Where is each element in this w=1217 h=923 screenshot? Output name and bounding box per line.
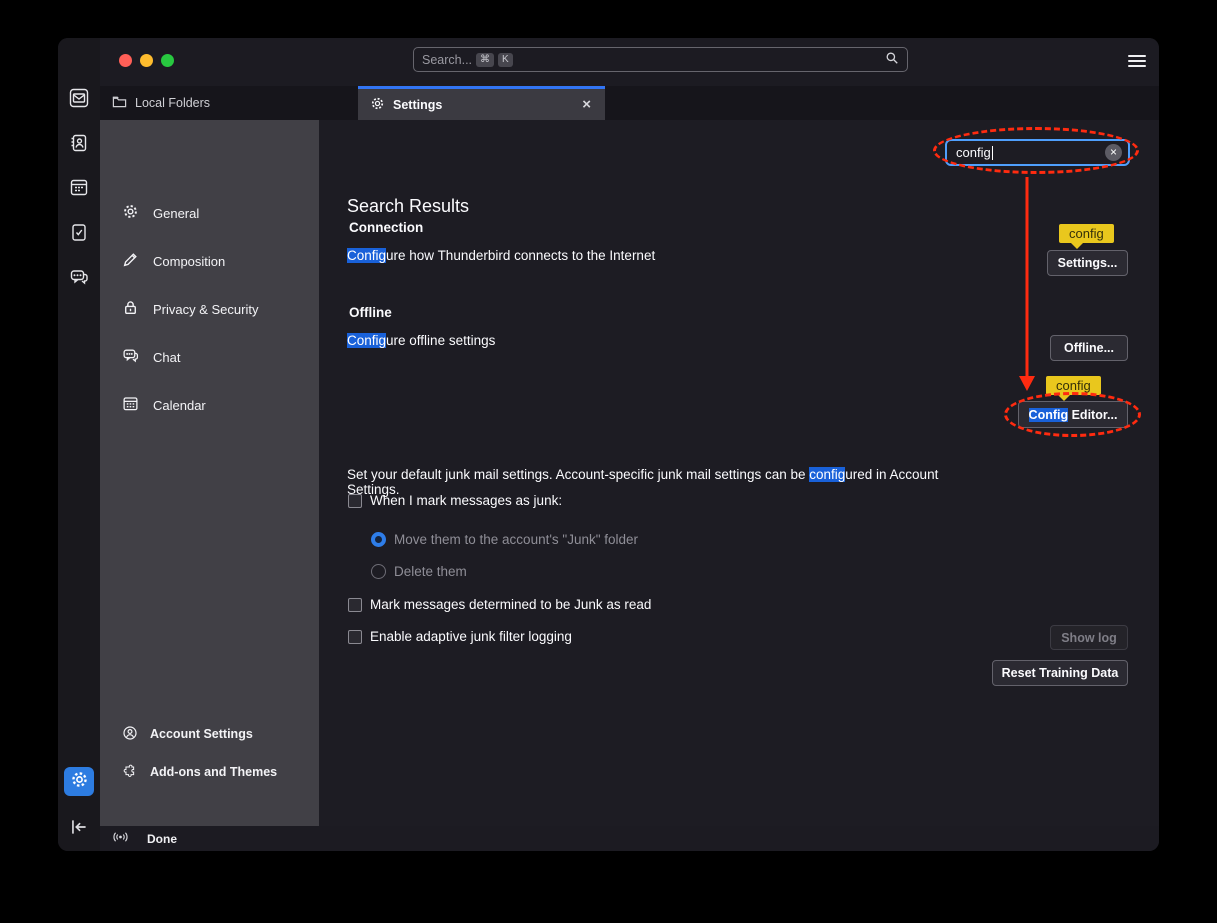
mail-space-icon[interactable] — [69, 88, 89, 108]
sidebar-item-addons-themes[interactable]: Add-ons and Themes — [100, 757, 319, 787]
sidebar-item-label: General — [153, 206, 199, 221]
radio-unselected[interactable] — [371, 564, 386, 579]
status-text: Done — [147, 832, 177, 846]
highlight-config: Config — [1029, 408, 1069, 422]
sidebar-item-label: Calendar — [153, 398, 206, 413]
connection-result-rest: ure how Thunderbird connects to the Inte… — [386, 248, 655, 263]
close-tab-icon[interactable]: × — [580, 97, 593, 112]
offline-result-rest: ure offline settings — [386, 333, 495, 348]
sidebar-item-chat[interactable]: Chat — [100, 340, 319, 374]
junk-move-radio-row[interactable]: Move them to the account's "Junk" folder — [371, 532, 638, 547]
radio-label: Delete them — [394, 564, 467, 579]
global-search-input[interactable]: Search... ⌘ K — [413, 47, 908, 72]
puzzle-icon — [122, 763, 138, 782]
traffic-zoom-button[interactable] — [161, 54, 174, 67]
clear-search-icon[interactable]: × — [1105, 144, 1122, 161]
sidebar-item-composition[interactable]: Composition — [100, 244, 319, 278]
calendar-space-icon[interactable] — [69, 177, 89, 197]
settings-content: config × Search Results Connection Confi… — [319, 120, 1159, 826]
status-bar: Done — [100, 826, 1159, 851]
config-match-tooltip: config — [1046, 376, 1101, 395]
traffic-close-button[interactable] — [119, 54, 132, 67]
sidebar-item-calendar[interactable]: Calendar — [100, 388, 319, 422]
checkbox-label: When I mark messages as junk: — [370, 493, 562, 508]
sidebar-item-label: Privacy & Security — [153, 302, 258, 317]
config-match-tooltip: config — [1059, 224, 1114, 243]
chat-icon — [122, 347, 139, 367]
sidebar-item-label: Composition — [153, 254, 225, 269]
junk-mark-checkbox-row[interactable]: When I mark messages as junk: — [348, 493, 562, 508]
settings-space-button[interactable] — [64, 767, 94, 796]
checkbox-unchecked[interactable] — [348, 630, 362, 644]
highlight-config: config — [809, 467, 845, 482]
sidebar-item-label: Add-ons and Themes — [150, 765, 277, 779]
toolbar: Search... ⌘ K — [100, 38, 1159, 86]
search-placeholder: Search... — [422, 53, 472, 67]
tab-label: Local Folders — [135, 96, 210, 110]
offline-settings-button[interactable]: Offline... — [1050, 335, 1128, 361]
text-caret — [992, 146, 993, 160]
tab-label: Settings — [393, 98, 442, 112]
checkbox-label: Mark messages determined to be Junk as r… — [370, 597, 651, 612]
account-icon — [122, 725, 138, 744]
k-keycap: K — [498, 53, 513, 67]
radio-selected[interactable] — [371, 532, 386, 547]
page-title: Search Results — [347, 196, 469, 217]
tab-local-folders[interactable]: Local Folders — [100, 86, 340, 120]
spaces-rail — [58, 38, 100, 851]
main-area: Search... ⌘ K Local Folders — [100, 38, 1159, 851]
traffic-minimize-button[interactable] — [140, 54, 153, 67]
settings-search-value: config — [956, 145, 991, 160]
show-log-button: Show log — [1050, 625, 1128, 650]
tasks-space-icon[interactable] — [69, 222, 89, 242]
thunderbird-window: Search... ⌘ K Local Folders — [58, 38, 1159, 851]
collapse-rail-icon[interactable] — [68, 816, 90, 838]
address-book-space-icon[interactable] — [69, 133, 89, 153]
pencil-icon — [122, 251, 139, 271]
connection-settings-button[interactable]: Settings... — [1047, 250, 1128, 276]
junk-read-checkbox-row[interactable]: Mark messages determined to be Junk as r… — [348, 597, 651, 612]
gear-icon — [122, 203, 139, 223]
config-editor-rest: Editor... — [1068, 408, 1117, 422]
highlight-config: Config — [347, 248, 386, 263]
sidebar-item-label: Chat — [153, 350, 180, 365]
lock-icon — [122, 299, 139, 319]
tab-bar: Local Folders Settings × — [100, 86, 1159, 120]
calendar-icon — [122, 395, 139, 415]
app-menu-icon[interactable] — [1127, 52, 1147, 70]
junk-logging-checkbox-row[interactable]: Enable adaptive junk filter logging — [348, 629, 572, 644]
checkbox-unchecked[interactable] — [348, 494, 362, 508]
reset-training-data-button[interactable]: Reset Training Data — [992, 660, 1128, 686]
sidebar-item-label: Account Settings — [150, 727, 253, 741]
highlight-config: Config — [347, 333, 386, 348]
gear-icon — [370, 96, 385, 114]
cmd-keycap: ⌘ — [476, 53, 494, 67]
tab-settings[interactable]: Settings × — [358, 86, 605, 120]
search-icon — [885, 51, 899, 68]
junk-intro-pre: Set your default junk mail settings. Acc… — [347, 467, 809, 482]
sidebar-item-privacy-security[interactable]: Privacy & Security — [100, 292, 319, 326]
radio-label: Move them to the account's "Junk" folder — [394, 532, 638, 547]
checkbox-label: Enable adaptive junk filter logging — [370, 629, 572, 644]
settings-search-input[interactable]: config × — [945, 139, 1130, 166]
settings-body: General Composition Privacy & Security C… — [100, 120, 1159, 826]
junk-delete-radio-row[interactable]: Delete them — [371, 564, 467, 579]
folder-icon — [112, 94, 127, 112]
gear-icon — [70, 770, 89, 794]
sidebar-item-account-settings[interactable]: Account Settings — [100, 719, 319, 749]
config-editor-button[interactable]: Config Editor... — [1018, 401, 1128, 428]
checkbox-unchecked[interactable] — [348, 598, 362, 612]
settings-sidebar: General Composition Privacy & Security C… — [100, 120, 319, 826]
desktop: Search... ⌘ K Local Folders — [0, 0, 1217, 923]
offline-heading: Offline — [349, 305, 392, 320]
sidebar-item-general[interactable]: General — [100, 196, 319, 230]
chat-space-icon[interactable] — [69, 267, 89, 287]
connection-result-line[interactable]: Configure how Thunderbird connects to th… — [347, 248, 655, 263]
connection-heading: Connection — [349, 220, 423, 235]
activity-icon — [112, 830, 129, 847]
offline-result-line[interactable]: Configure offline settings — [347, 333, 495, 348]
